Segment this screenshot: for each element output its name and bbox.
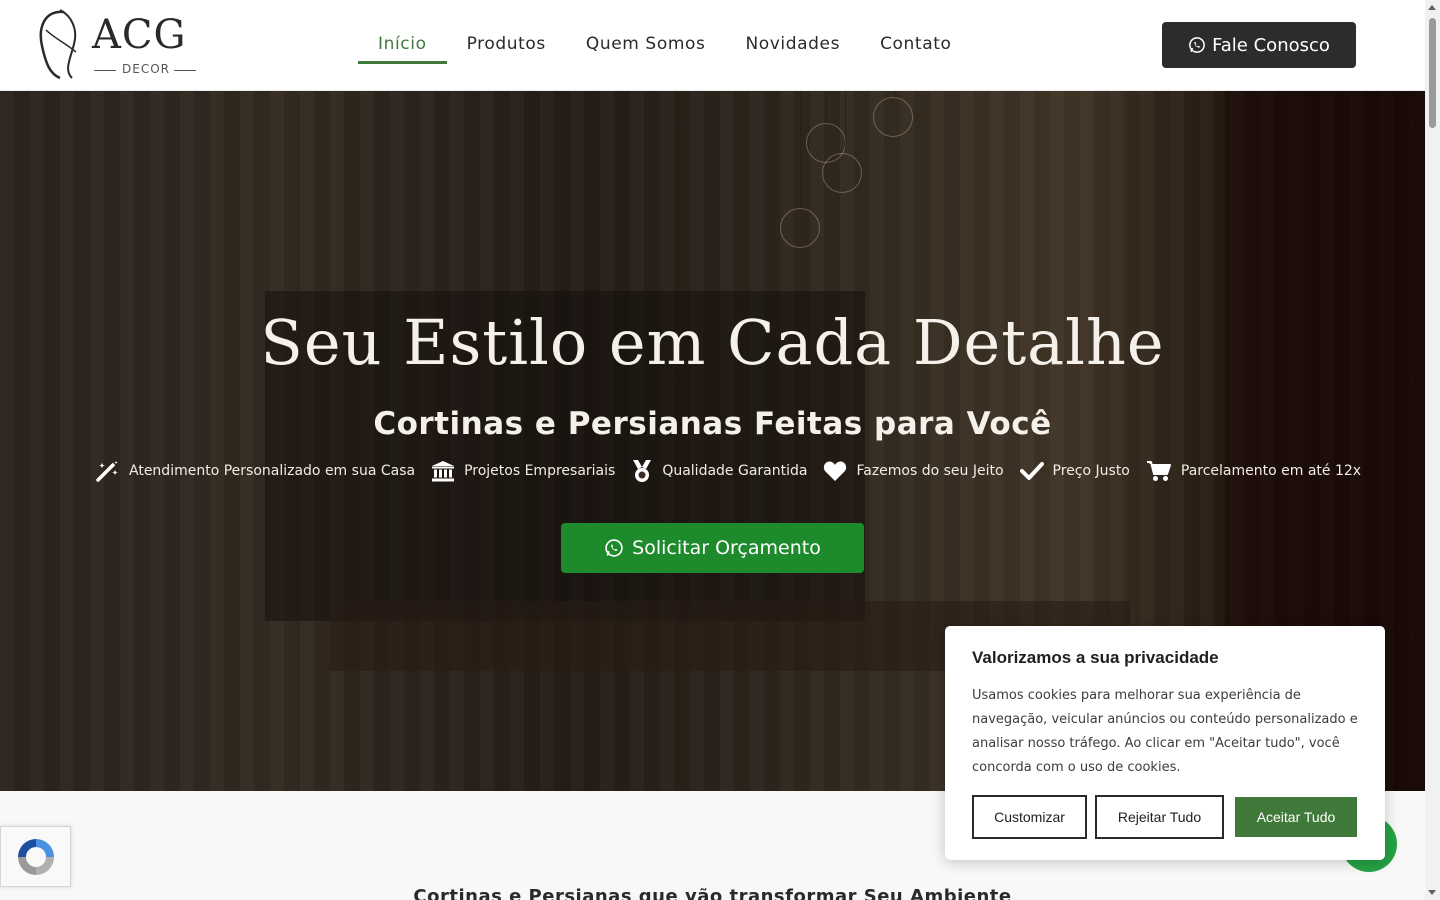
feature-label: Atendimento Personalizado em sua Casa [129, 463, 416, 479]
logo-divider-left [94, 70, 116, 71]
site-header: ACG DECOR Início Produtos Quem Somos Nov… [0, 0, 1425, 91]
logo-divider-right [174, 70, 196, 71]
fale-conosco-button[interactable]: Fale Conosco [1162, 22, 1356, 68]
nav-item-novidades[interactable]: Novidades [725, 30, 860, 64]
pendant-lamp [822, 153, 862, 193]
cookie-consent-banner: Valorizamos a sua privacidade Usamos coo… [945, 626, 1385, 860]
nav-item-quem-somos[interactable]: Quem Somos [566, 30, 726, 64]
logo-tagline: DECOR [122, 62, 170, 76]
feature-label: Qualidade Garantida [662, 463, 808, 479]
feature-label: Preço Justo [1052, 463, 1130, 479]
hero-subtitle: Cortinas e Persianas Feitas para Você [373, 406, 1052, 442]
feature-atendimento: Atendimento Personalizado em sua Casa [96, 460, 415, 482]
customize-button[interactable]: Customizar [972, 795, 1087, 839]
check-icon [1019, 462, 1044, 480]
accept-all-button[interactable]: Aceitar Tudo [1235, 797, 1357, 837]
scroll-up-arrow-icon[interactable] [1428, 5, 1436, 10]
cookie-text: Usamos cookies para melhorar sua experiê… [972, 688, 1358, 775]
reject-all-button[interactable]: Rejeitar Tudo [1095, 795, 1224, 839]
feature-qualidade: Qualidade Garantida [631, 459, 807, 483]
solicitar-orcamento-button[interactable]: Solicitar Orçamento [561, 523, 864, 573]
main-nav: Início Produtos Quem Somos Novidades Con… [358, 30, 971, 64]
feature-label: Fazemos do seu Jeito [856, 463, 1004, 479]
solicitar-orcamento-label: Solicitar Orçamento [632, 537, 821, 559]
hero-features: Atendimento Personalizado em sua Casa Pr… [96, 459, 1361, 483]
pendant-lamp [780, 208, 820, 248]
nav-item-produtos[interactable]: Produtos [447, 30, 566, 64]
feature-parcelamento: Parcelamento em até 12x [1146, 460, 1361, 482]
pendant-cord [845, 91, 846, 151]
feature-label: Parcelamento em até 12x [1180, 463, 1362, 479]
medal-icon [633, 460, 652, 482]
logo-wordmark: ACG [92, 12, 187, 58]
fale-conosco-label: Fale Conosco [1212, 34, 1330, 56]
recaptcha-icon [17, 838, 54, 875]
whatsapp-icon [1189, 37, 1205, 53]
nav-item-inicio[interactable]: Início [358, 30, 447, 64]
nav-item-contato[interactable]: Contato [860, 30, 971, 64]
page-scrollbar[interactable] [1425, 0, 1440, 900]
cookie-title: Valorizamos a sua privacidade [972, 648, 1219, 667]
scroll-down-arrow-icon[interactable] [1428, 890, 1436, 895]
brand-logo[interactable]: ACG DECOR [38, 8, 200, 82]
whatsapp-icon [605, 539, 623, 557]
magic-wand-icon [96, 461, 118, 482]
feature-projetos: Projetos Empresariais [431, 460, 615, 482]
logo-monogram-icon [39, 9, 77, 80]
pendant-lamp [873, 97, 913, 137]
pendant-cord [800, 91, 801, 206]
feature-jeito: Fazemos do seu Jeito [823, 460, 1004, 482]
recaptcha-badge[interactable] [0, 826, 71, 887]
hero-title: Seu Estilo em Cada Detalhe [260, 306, 1165, 379]
pendant-cord [826, 91, 827, 123]
heart-icon [824, 461, 847, 481]
cookie-buttons: Customizar Rejeitar Tudo Aceitar Tudo [972, 795, 1357, 839]
cart-icon [1146, 461, 1171, 481]
feature-preco: Preço Justo [1019, 461, 1130, 481]
scrollbar-thumb[interactable] [1429, 18, 1436, 128]
feature-label: Projetos Empresariais [464, 463, 616, 479]
section-heading: Cortinas e Persianas que vão transformar… [413, 886, 1012, 900]
bank-icon [432, 461, 455, 482]
